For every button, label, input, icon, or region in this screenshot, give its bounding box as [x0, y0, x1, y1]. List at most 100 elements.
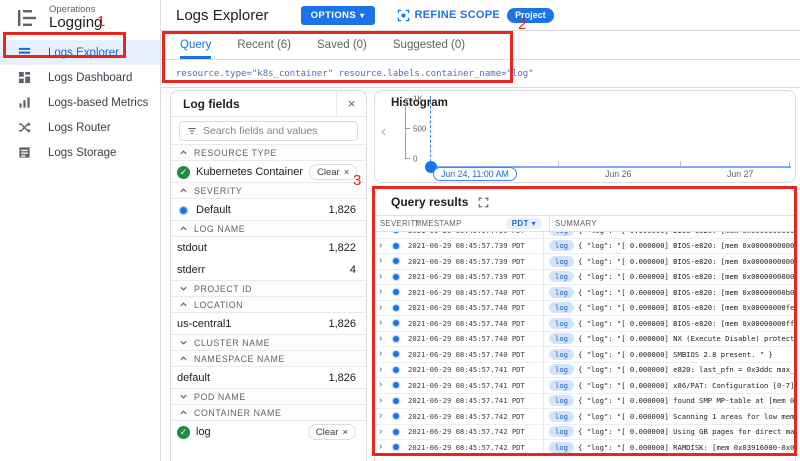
expand-row-icon[interactable]: › — [379, 427, 388, 437]
close-icon[interactable]: × — [336, 91, 366, 116]
log-fields-section-severity[interactable]: SEVERITY — [171, 182, 366, 199]
log-entry-row[interactable]: › 2021-06-29 08:45:57.740 PDT log { "log… — [375, 301, 795, 317]
expand-row-icon[interactable]: › — [379, 365, 388, 375]
severity-default-icon — [393, 398, 399, 404]
log-fields-search[interactable] — [179, 121, 358, 141]
expand-row-icon[interactable]: › — [379, 411, 388, 421]
severity-default-icon — [393, 305, 399, 311]
timezone-selector[interactable]: PDT▾ — [507, 218, 541, 229]
log-summary: { "log": "[ 0.000000] Scanning 1 areas f… — [578, 412, 795, 421]
y-tick: 500 — [413, 125, 426, 134]
expand-row-icon[interactable]: › — [379, 256, 388, 266]
sidebar-item-logs-dashboard[interactable]: Logs Dashboard — [0, 65, 160, 90]
scope-project-badge[interactable]: Project — [507, 8, 554, 23]
log-entry-row[interactable]: › 2021-06-29 08:45:57.741 PDT log { "log… — [375, 363, 795, 379]
log-entry-row[interactable]: › 2021-06-29 08:45:57.739 PDT log { "log… — [375, 270, 795, 286]
log-fields-value-default[interactable]: Default 1,826 × — [171, 199, 366, 221]
expand-row-icon[interactable]: › — [379, 380, 388, 390]
clear-filter-button[interactable]: Clear× — [309, 164, 357, 180]
sidebar-item-logs-explorer[interactable]: Logs Explorer — [0, 40, 160, 65]
expand-row-icon[interactable]: › — [379, 287, 388, 297]
log-entry-row[interactable]: › 2021-06-29 08:45:57.740 PDT log { "log… — [375, 347, 795, 363]
log-fields-panel: Log fields × RESOURCE TYPE ✓ Kubernetes … — [170, 90, 367, 461]
options-button[interactable]: OPTIONS▾ — [301, 6, 375, 25]
log-badge: log — [549, 380, 574, 391]
fullscreen-icon[interactable] — [478, 197, 489, 208]
tab-query[interactable]: Query — [180, 31, 211, 59]
expand-row-icon[interactable]: › — [379, 334, 388, 344]
log-timestamp: 2021-06-29 08:45:57.742 PDT — [408, 427, 543, 436]
tab-saved-0[interactable]: Saved (0) — [317, 31, 367, 59]
expand-row-icon[interactable]: › — [379, 396, 388, 406]
log-timestamp: 2021-06-29 08:45:57.740 PDT — [408, 303, 543, 312]
expand-row-icon[interactable]: › — [379, 232, 388, 235]
expand-row-icon[interactable]: › — [379, 303, 388, 313]
sidebar-item-logs-based-metrics[interactable]: Logs-based Metrics — [0, 90, 160, 115]
time-marker-pill[interactable]: Jun 24, 11:00 AM — [433, 167, 517, 181]
sidebar-item-logs-router[interactable]: Logs Router — [0, 115, 160, 140]
log-fields-section-namespace-name[interactable]: NAMESPACE NAME — [171, 350, 366, 367]
log-fields-section-pod-name[interactable]: POD NAME — [171, 388, 366, 405]
x-axis-label: Jun 27 — [727, 169, 753, 179]
log-fields-section-container-name[interactable]: CONTAINER NAME — [171, 404, 366, 421]
log-fields-value-log[interactable]: ✓ log Clear× — [171, 421, 366, 443]
log-summary: { "log": "[ 0.000000] RAMDISK: [mem 0x03… — [578, 443, 795, 452]
col-timestamp: TIMESTAMP — [414, 219, 462, 228]
expand-row-icon[interactable]: › — [379, 442, 388, 452]
severity-default-icon — [393, 258, 399, 264]
log-fields-section-location[interactable]: LOCATION — [171, 296, 366, 313]
search-input[interactable] — [203, 125, 343, 137]
chevron-down-icon: ▾ — [532, 219, 536, 228]
y-tick: 1K — [413, 95, 423, 104]
log-entry-row[interactable]: › 2021-06-29 08:45:57.741 PDT log { "log… — [375, 378, 795, 394]
log-timestamp: 2021-06-29 08:45:57.739 PDT — [408, 257, 543, 266]
log-summary: { "log": "[ 0.000000] x86/PAT: Configura… — [578, 381, 795, 390]
log-fields-value-kubernetes-container[interactable]: ✓ Kubernetes Container Clear× — [171, 161, 366, 183]
log-fields-section-log-name[interactable]: LOG NAME — [171, 220, 366, 237]
log-entry-row[interactable]: › 2021-06-29 08:45:57.742 PDT log { "log… — [375, 425, 795, 441]
log-fields-value-stderr[interactable]: stderr 4 × — [171, 259, 366, 281]
histogram-y-axis — [405, 98, 410, 159]
log-entry-row[interactable]: › 2021-06-29 08:45:57.742 PDT log { "log… — [375, 440, 795, 456]
log-entry-row[interactable]: › 2021-06-29 08:45:57.741 PDT log { "log… — [375, 394, 795, 410]
log-entry-row[interactable]: › 2021-06-29 08:45:57.742 PDT log { "log… — [375, 409, 795, 425]
expand-row-icon[interactable]: › — [379, 349, 388, 359]
sidebar-nav: Logs Explorer Logs Dashboard Logs-based … — [0, 40, 160, 165]
expand-row-icon[interactable]: › — [379, 272, 388, 282]
chevron-down-icon — [179, 392, 188, 401]
log-entry-row[interactable]: › 2021-06-29 08:45:57.740 PDT log { "log… — [375, 285, 795, 301]
log-fields-value-default[interactable]: default 1,826 × — [171, 367, 366, 389]
chevron-left-icon[interactable]: ‹ — [381, 123, 386, 141]
log-entry-row[interactable]: › 2021-06-29 08:45:57.739 PDT log { "log… — [375, 239, 795, 255]
tab-recent-6[interactable]: Recent (6) — [237, 31, 291, 59]
chevron-up-icon — [179, 148, 188, 157]
query-tabs: Query Recent (6) Saved (0) Suggested (0) — [161, 31, 800, 60]
clear-filter-button[interactable]: Clear× — [308, 424, 356, 440]
expand-row-icon[interactable]: › — [379, 241, 388, 251]
log-badge: log — [549, 287, 574, 298]
check-icon: ✓ — [177, 426, 190, 439]
query-input[interactable]: resource.type="k8s_container" resource.l… — [161, 60, 800, 87]
log-entry-row[interactable]: › 2021-06-29 08:45:57.739 PDT log { "log… — [375, 254, 795, 270]
histogram-panel: Histogram ‹ 1K 500 0 Jun 24, 11:00 AM 5 … — [374, 90, 796, 183]
log-timestamp: 2021-06-29 08:45:57.739 PDT — [408, 272, 543, 281]
log-entry-row[interactable]: › 2021-06-29 08:45:57.740 PDT log { "log… — [375, 316, 795, 332]
log-fields-value-us-central1[interactable]: us-central1 1,826 × — [171, 313, 366, 335]
refine-scope-button[interactable]: REFINE SCOPE — [397, 9, 501, 22]
log-fields-section-project-id[interactable]: PROJECT ID — [171, 280, 366, 297]
log-fields-value-stdout[interactable]: stdout 1,822 × — [171, 237, 366, 259]
log-fields-section-resource-type[interactable]: RESOURCE TYPE — [171, 144, 366, 161]
chevron-up-icon — [179, 186, 188, 195]
log-badge: log — [549, 318, 574, 329]
log-fields-section-cluster-name[interactable]: CLUSTER NAME — [171, 334, 366, 351]
results-column-headers: SEVERITY TIMESTAMP PDT▾ SUMMARY — [375, 215, 795, 232]
severity-default-icon — [393, 289, 399, 295]
tab-suggested-0[interactable]: Suggested (0) — [393, 31, 465, 59]
severity-default-icon — [393, 336, 399, 342]
log-entry-row[interactable]: › 2021-06-29 08:45:57.740 PDT log { "log… — [375, 332, 795, 348]
severity-default-icon — [393, 274, 399, 280]
chevron-down-icon: ▾ — [360, 11, 364, 20]
sidebar-item-logs-storage[interactable]: Logs Storage — [0, 140, 160, 165]
log-badge: log — [549, 411, 574, 422]
expand-row-icon[interactable]: › — [379, 318, 388, 328]
